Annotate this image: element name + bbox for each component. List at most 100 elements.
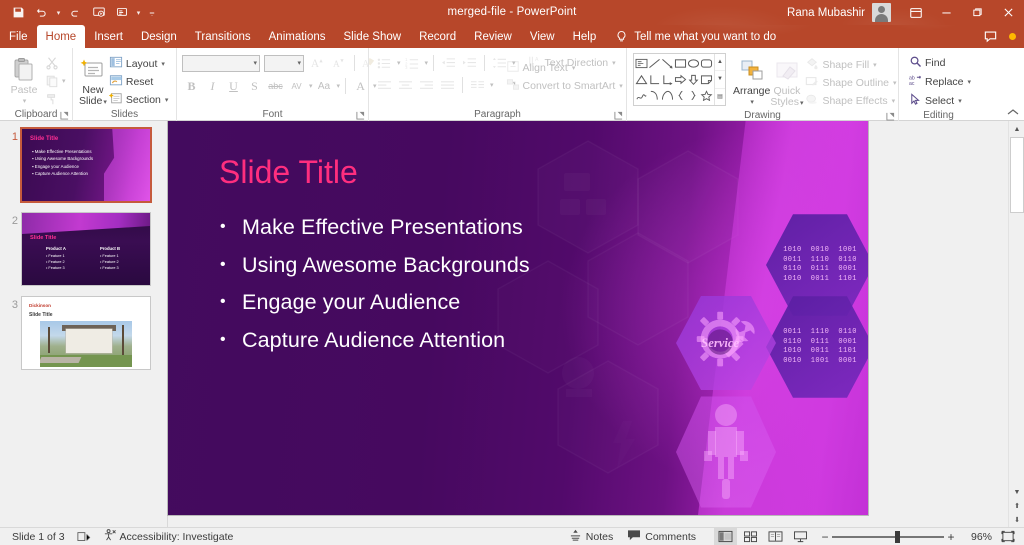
avatar[interactable]	[872, 3, 891, 22]
align-right-icon[interactable]	[417, 76, 436, 94]
shapes-more-icon[interactable]: ▤	[715, 89, 725, 105]
shape-elbow-arrow-icon[interactable]	[661, 71, 674, 87]
customize-quick-access-icon[interactable]: ⩦	[145, 3, 159, 23]
new-slide-button[interactable]: New Slide▾	[79, 52, 107, 108]
zoom-out-button[interactable]: −	[818, 530, 832, 544]
arrange-button[interactable]: Arrange ▾	[733, 53, 770, 108]
fit-to-window-button[interactable]	[998, 528, 1018, 545]
bold-icon[interactable]: B	[182, 77, 201, 95]
tab-design[interactable]: Design	[132, 25, 186, 48]
reading-view-button[interactable]	[764, 528, 787, 545]
save-icon[interactable]	[8, 2, 29, 23]
convert-to-smartart-button[interactable]: Convert to SmartArt ▾	[504, 77, 627, 94]
slide-thumbnail-3[interactable]: Dickinson Slide Title	[22, 297, 150, 369]
slide-thumbnail-1[interactable]: Slide Title Make Effective Presentations…	[22, 129, 150, 201]
drawing-dialog-launcher-icon[interactable]	[886, 112, 895, 121]
font-size-combo[interactable]: ▾	[264, 55, 304, 72]
shape-oval-icon[interactable]	[687, 55, 700, 71]
zoom-track[interactable]	[832, 528, 944, 545]
shape-outline-button[interactable]: Shape Outline ▾	[803, 74, 900, 91]
section-button[interactable]: Section ▾	[107, 91, 173, 108]
shapes-gallery-scrollbar[interactable]: ▲ ▼ ▤	[714, 54, 725, 105]
accessibility-status[interactable]: Accessibility: Investigate	[97, 528, 240, 545]
section-dropdown-icon[interactable]: ▾	[165, 96, 169, 104]
select-dropdown-icon[interactable]: ▾	[958, 97, 962, 105]
tab-animations[interactable]: Animations	[260, 25, 335, 48]
language-icon[interactable]	[71, 528, 97, 545]
close-button[interactable]	[993, 0, 1024, 25]
shapes-scroll-down-icon[interactable]: ▼	[715, 71, 725, 88]
normal-view-button[interactable]	[714, 528, 737, 545]
ribbon-display-options-icon[interactable]	[901, 0, 931, 25]
slide-body-placeholder[interactable]: • Make Effective Presentations • Using A…	[220, 214, 720, 364]
shapes-gallery[interactable]: ▲ ▼ ▤	[633, 53, 726, 106]
restore-button[interactable]	[962, 0, 993, 25]
tab-view[interactable]: View	[521, 25, 564, 48]
shape-curve-icon[interactable]	[648, 88, 661, 104]
shape-fill-button[interactable]: Shape Fill ▾	[803, 56, 900, 73]
select-button[interactable]: Select ▾	[907, 92, 966, 109]
font-name-combo[interactable]: ▾	[182, 55, 260, 72]
change-case-icon[interactable]: Aa	[315, 77, 334, 95]
start-from-beginning-icon[interactable]	[88, 2, 109, 23]
tab-home[interactable]: Home	[37, 25, 86, 48]
align-center-icon[interactable]	[396, 76, 415, 94]
layout-button[interactable]: Layout ▾	[107, 55, 173, 72]
italic-icon[interactable]: I	[203, 77, 222, 95]
find-button[interactable]: Find	[907, 54, 949, 71]
scroll-down-icon[interactable]: ▼	[1009, 485, 1024, 499]
replace-button[interactable]: abac Replace ▾	[907, 73, 975, 90]
notes-button[interactable]: Notes	[563, 528, 619, 545]
paste-button[interactable]: Paste ▾	[6, 52, 42, 107]
align-text-button[interactable]: Align Text ▾	[504, 59, 627, 76]
new-slide-icon[interactable]	[111, 2, 132, 23]
slide-thumbnail-pane[interactable]: 1 Slide Title Make Effective Presentatio…	[0, 121, 168, 527]
shape-arrow-icon[interactable]	[661, 55, 674, 71]
slide-indicator[interactable]: Slide 1 of 3	[6, 528, 71, 545]
shape-textbox-icon[interactable]	[635, 55, 648, 71]
slide-editing-area[interactable]: 1010 0010 1001 0011 1110 0110 0110 0111 …	[168, 121, 1024, 527]
format-painter-icon[interactable]	[42, 90, 61, 108]
numbering-icon[interactable]: 123	[403, 54, 422, 72]
new-slide-dropdown-icon[interactable]: ▾	[134, 3, 143, 23]
paste-dropdown-icon[interactable]: ▾	[23, 96, 27, 107]
shape-folded-corner-icon[interactable]	[700, 71, 713, 87]
zoom-in-button[interactable]: +	[944, 530, 958, 544]
zoom-slider[interactable]: − +	[818, 528, 958, 545]
tab-review[interactable]: Review	[465, 25, 521, 48]
shape-rounded-rectangle-icon[interactable]	[700, 55, 713, 71]
justify-icon[interactable]	[438, 76, 457, 94]
shape-arc-icon[interactable]	[661, 88, 674, 104]
redo-icon[interactable]	[65, 2, 86, 23]
thumbnail-row-2[interactable]: 2 Slide Title Product A Feature 1 Featur…	[0, 213, 167, 285]
minimize-button[interactable]	[931, 0, 962, 25]
thumbnail-row-3[interactable]: 3 Dickinson Slide Title	[0, 297, 167, 369]
shape-right-arrow-icon[interactable]	[674, 71, 687, 87]
decrease-indent-icon[interactable]	[439, 54, 458, 72]
undo-icon[interactable]	[31, 2, 52, 23]
bullets-icon[interactable]	[375, 54, 394, 72]
increase-indent-icon[interactable]	[460, 54, 479, 72]
clipboard-dialog-launcher-icon[interactable]	[60, 111, 69, 120]
shape-rectangle-icon[interactable]	[674, 55, 687, 71]
font-dialog-launcher-icon[interactable]	[356, 111, 365, 120]
shape-down-arrow-icon[interactable]	[687, 71, 700, 87]
columns-icon[interactable]	[468, 76, 487, 94]
layout-dropdown-icon[interactable]: ▾	[161, 60, 165, 68]
decrease-font-size-icon[interactable]: A▾	[330, 54, 349, 72]
zoom-slider-handle[interactable]	[895, 531, 900, 543]
collapse-ribbon-icon[interactable]	[1006, 106, 1020, 118]
shape-scribble-icon[interactable]	[635, 88, 648, 104]
copy-icon[interactable]	[42, 72, 61, 90]
strikethrough-icon[interactable]: abc	[266, 77, 285, 95]
cut-icon[interactable]	[42, 54, 61, 72]
scroll-up-icon[interactable]: ▲	[1009, 121, 1024, 137]
comments-button[interactable]: Comments	[621, 528, 702, 545]
replace-dropdown-icon[interactable]: ▾	[968, 78, 972, 86]
thumbnail-row-1[interactable]: 1 Slide Title Make Effective Presentatio…	[0, 129, 167, 201]
shape-elbow-connector-icon[interactable]	[648, 71, 661, 87]
shape-right-brace-icon[interactable]	[687, 88, 700, 104]
tab-help[interactable]: Help	[564, 25, 606, 48]
tab-file[interactable]: File	[0, 25, 37, 48]
slide-show-button[interactable]	[789, 528, 812, 545]
